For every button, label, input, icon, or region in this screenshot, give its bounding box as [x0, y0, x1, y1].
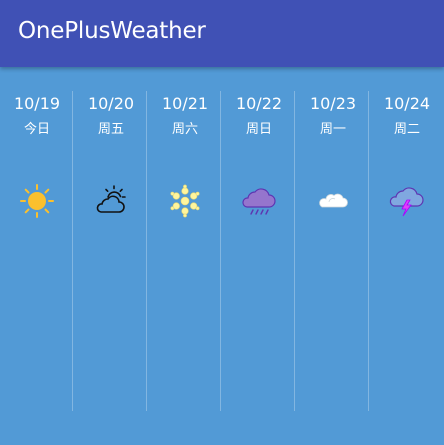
column-divider — [146, 91, 147, 411]
forecast-weekday: 周六 — [171, 122, 198, 137]
forecast-weekday: 周二 — [393, 122, 420, 137]
thunderstorm-icon — [389, 183, 425, 219]
forecast-day[interactable]: 10/23 周一 — [296, 67, 370, 445]
forecast-day[interactable]: 10/19 今日 — [0, 67, 74, 445]
app-toolbar: OnePlusWeather — [0, 0, 444, 67]
forecast-date: 10/21 — [161, 94, 209, 113]
forecast-weekday: 周一 — [319, 122, 346, 137]
forecast-weekday: 周日 — [245, 122, 272, 137]
forecast-date: 10/22 — [235, 94, 283, 113]
forecast-day[interactable]: 10/24 周二 — [370, 67, 444, 445]
forecast-weekday: 周五 — [97, 122, 124, 137]
forecast-day[interactable]: 10/20 周五 — [74, 67, 148, 445]
app-title: OnePlusWeather — [18, 18, 206, 44]
column-divider — [72, 91, 73, 411]
forecast-date: 10/19 — [13, 94, 61, 113]
sunny-icon — [19, 183, 55, 219]
column-divider — [294, 91, 295, 411]
forecast-day[interactable]: 10/21 周六 — [148, 67, 222, 445]
forecast-strip[interactable]: 10/19 今日 10/20 周五 10/21 周六 10/22 周日 10/2… — [0, 67, 444, 445]
forecast-date: 10/24 — [383, 94, 431, 113]
snow-icon — [167, 183, 203, 219]
forecast-date: 10/23 — [309, 94, 357, 113]
forecast-weekday: 今日 — [23, 122, 50, 137]
partly-cloudy-icon — [93, 183, 129, 219]
column-divider — [220, 91, 221, 411]
forecast-date: 10/20 — [87, 94, 135, 113]
column-divider — [368, 91, 369, 411]
rain-icon — [241, 183, 277, 219]
cloudy-icon — [315, 183, 351, 219]
forecast-day[interactable]: 10/22 周日 — [222, 67, 296, 445]
